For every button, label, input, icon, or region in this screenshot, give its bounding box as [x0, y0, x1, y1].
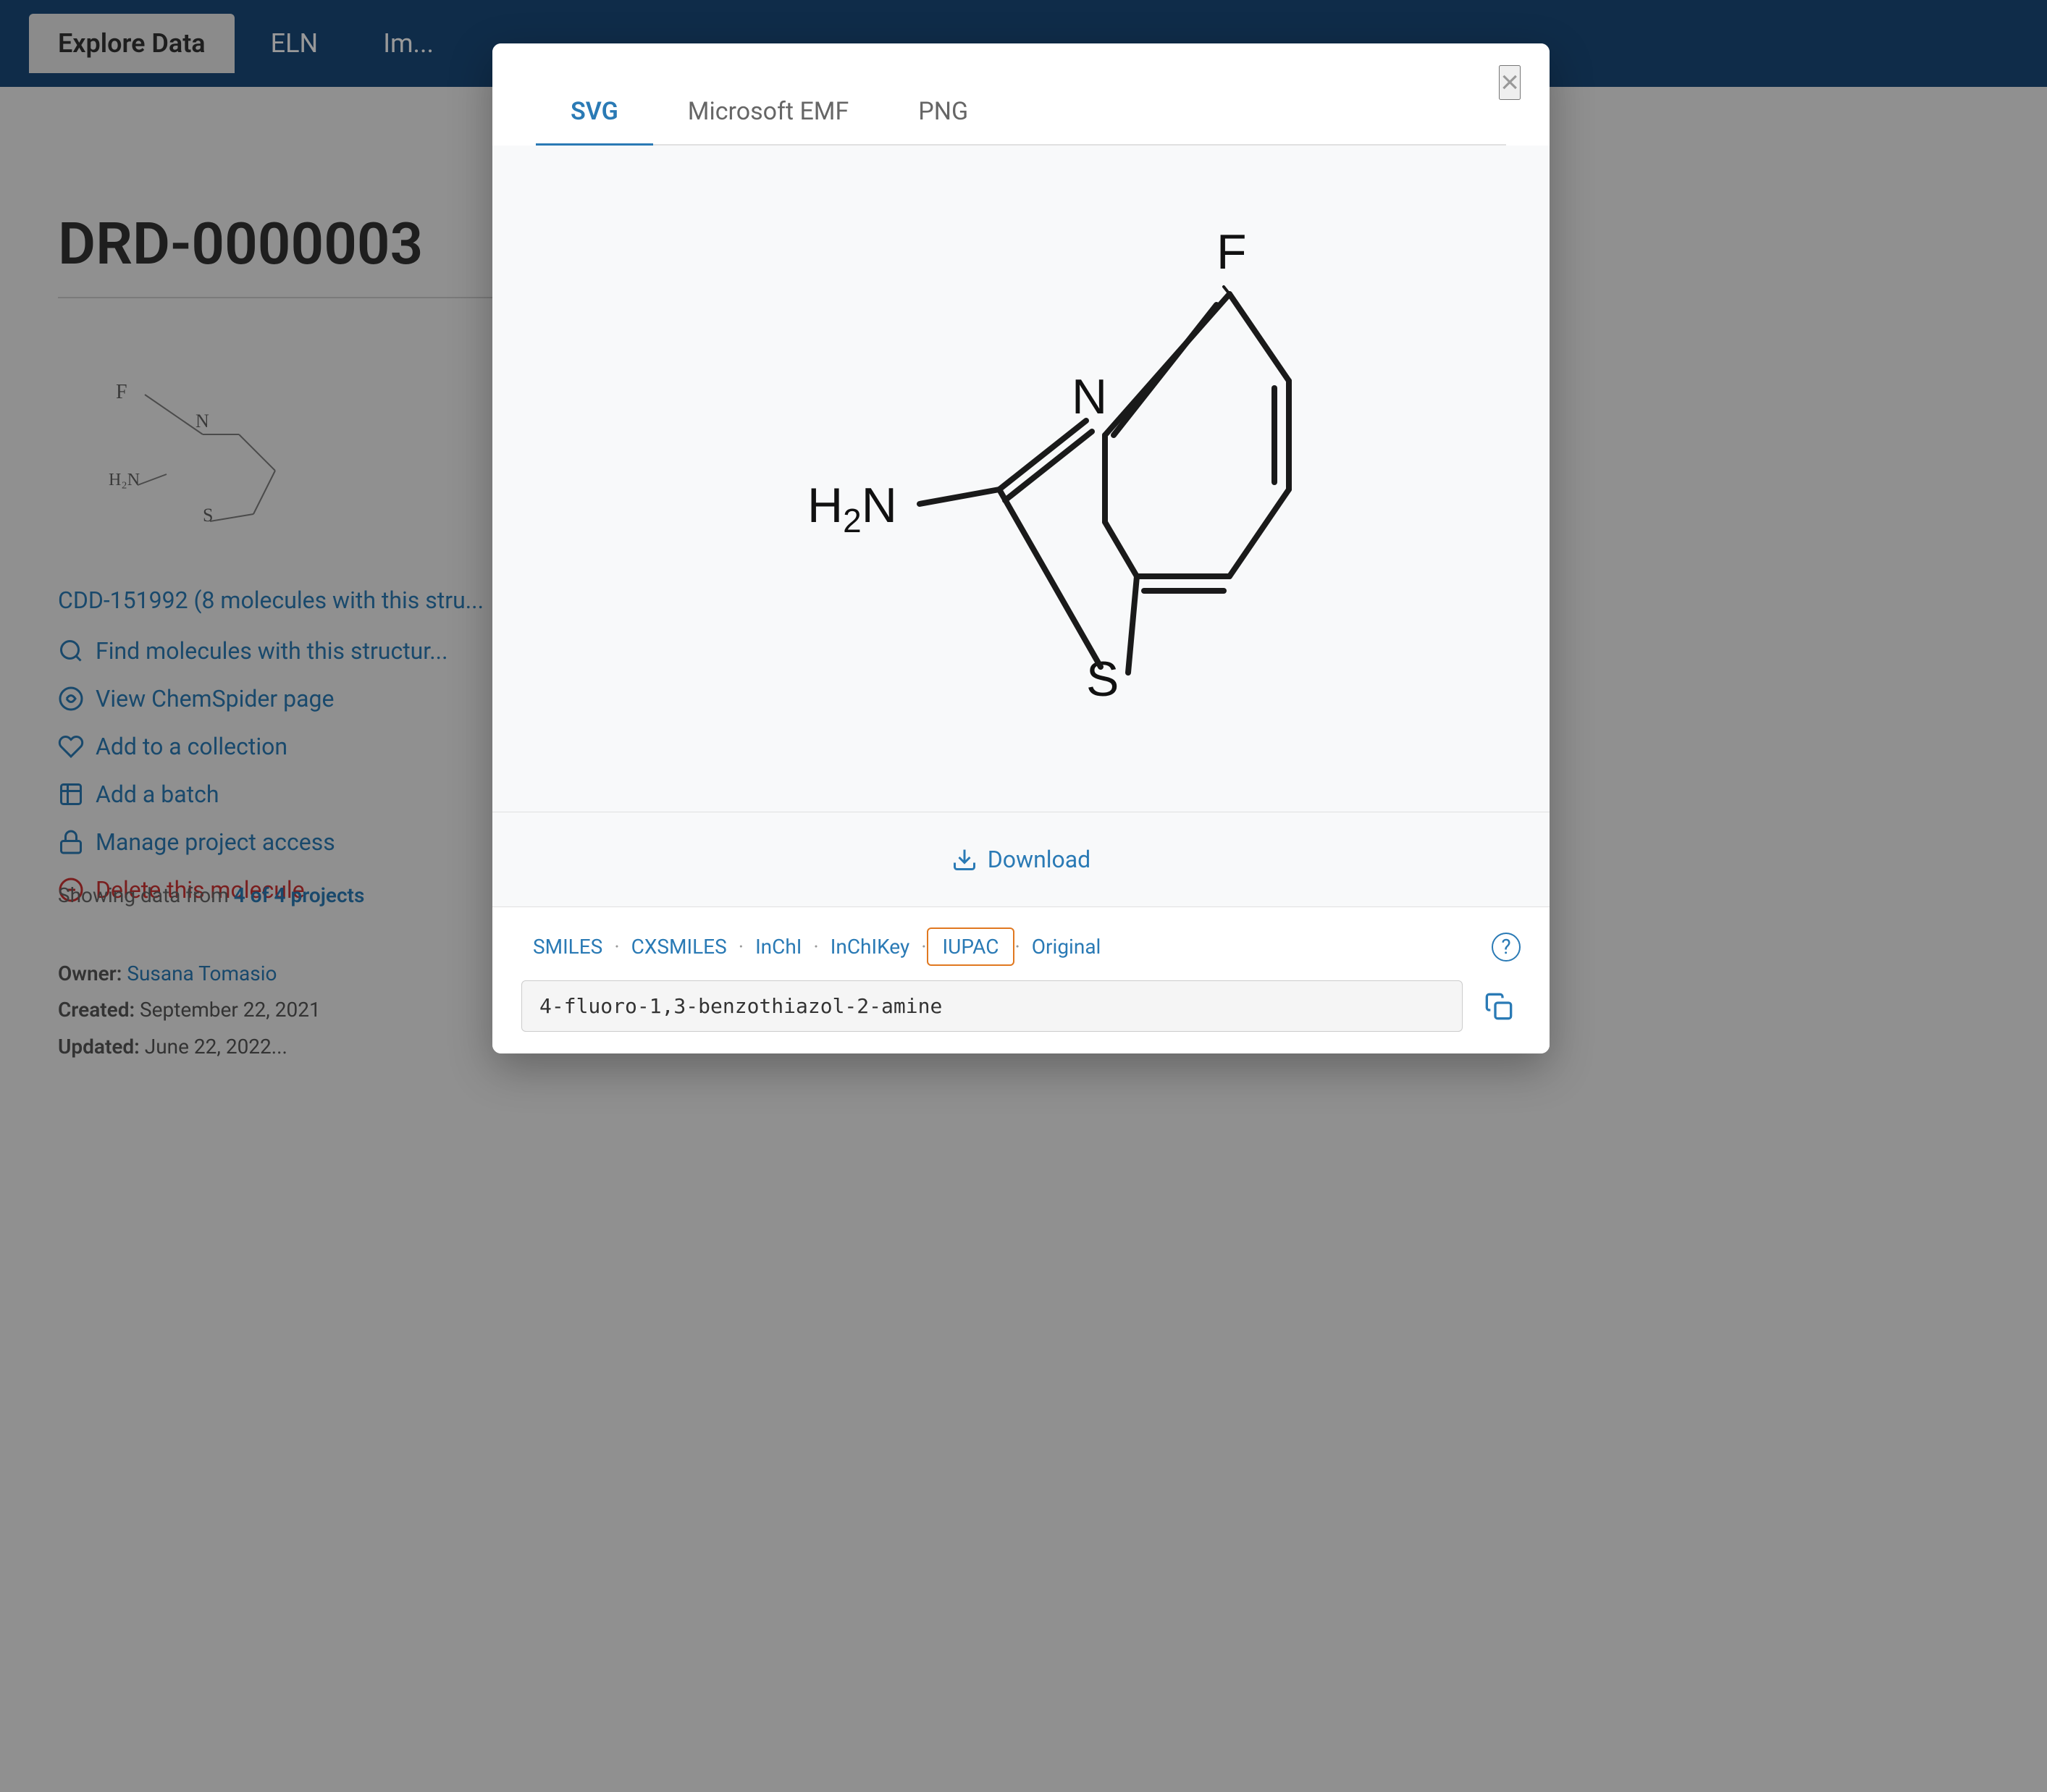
svg-text:S: S [1086, 652, 1119, 707]
modal-close-button[interactable]: × [1499, 65, 1521, 100]
sep2: · [739, 935, 744, 959]
copy-button[interactable] [1477, 985, 1521, 1028]
svg-text:H2N: H2N [807, 478, 897, 539]
svg-text:N: N [1072, 369, 1107, 424]
chem-tab-smiles[interactable]: SMILES [521, 929, 614, 964]
download-area: Download [492, 812, 1550, 906]
sep1: · [614, 935, 619, 959]
tab-microsoft-emf[interactable]: Microsoft EMF [653, 80, 883, 146]
chem-tab-cxsmiles[interactable]: CXSMILES [620, 929, 739, 964]
chem-tab-iupac[interactable]: IUPAC [927, 927, 1015, 966]
sep4: · [921, 935, 926, 959]
download-button[interactable]: Download [928, 834, 1114, 885]
chem-identifier-tabs: SMILES · CXSMILES · InChI · InChIKey · I… [492, 906, 1550, 980]
chem-tab-inchi[interactable]: InChI [744, 929, 813, 964]
sep5: · [1014, 935, 1020, 959]
molecule-display-area: F N H2N S [492, 146, 1550, 812]
modal-tab-bar: SVG Microsoft EMF PNG [536, 80, 1506, 146]
sep3: · [813, 935, 818, 959]
svg-text:F: F [1216, 224, 1247, 279]
download-label: Download [988, 846, 1090, 873]
tab-png[interactable]: PNG [883, 80, 1003, 146]
chem-value-row [492, 980, 1550, 1053]
chem-tab-inchikey[interactable]: InChIKey [819, 929, 921, 964]
modal-header: × SVG Microsoft EMF PNG [492, 43, 1550, 146]
chem-value-input[interactable] [521, 980, 1463, 1032]
tab-svg[interactable]: SVG [536, 80, 653, 146]
export-molecule-modal: × SVG Microsoft EMF PNG F N H2N S [492, 43, 1550, 1053]
chem-tab-original[interactable]: Original [1020, 929, 1113, 964]
chem-help-button[interactable]: ? [1492, 933, 1521, 962]
